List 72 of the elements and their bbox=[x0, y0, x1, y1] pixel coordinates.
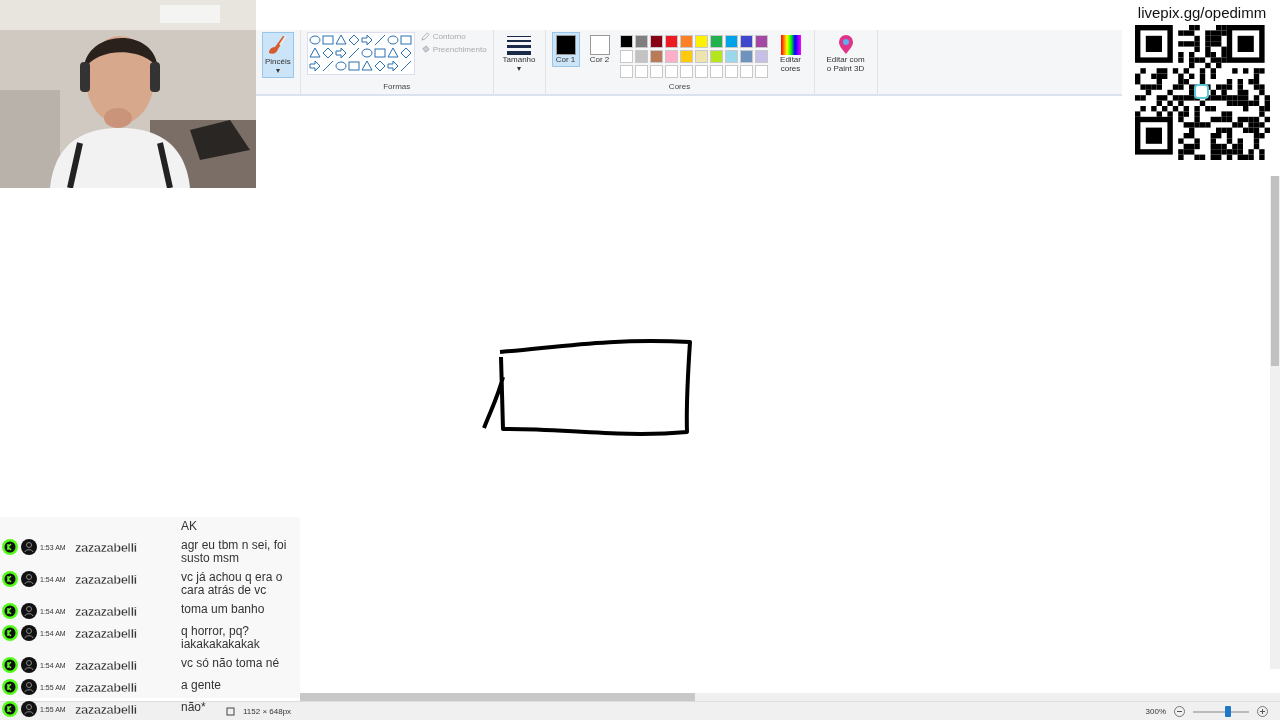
size-button[interactable]: Tamanho ▾ bbox=[499, 32, 539, 76]
badge-icon bbox=[2, 571, 18, 587]
paint-3d-icon bbox=[836, 35, 855, 55]
pencil-icon bbox=[420, 32, 430, 41]
chat-username: zazazabelli bbox=[75, 679, 137, 695]
brush-icon bbox=[266, 35, 289, 57]
palette-swatch[interactable] bbox=[664, 35, 678, 48]
avatar-icon bbox=[21, 603, 37, 619]
chat-username: zazazabelli bbox=[75, 539, 137, 555]
bucket-icon bbox=[420, 45, 430, 54]
group-label: Cores bbox=[667, 82, 692, 93]
chat-message: vc já achou q era o cara atrás de vc bbox=[181, 571, 284, 597]
palette-swatch[interactable] bbox=[739, 35, 753, 48]
palette-swatch[interactable] bbox=[709, 50, 723, 63]
chat-message: vc só não toma né bbox=[181, 657, 281, 670]
palette-swatch[interactable] bbox=[679, 35, 693, 48]
palette-swatch[interactable] bbox=[634, 35, 648, 48]
palette-swatch[interactable] bbox=[754, 35, 768, 48]
chat-username: zazazabelli bbox=[75, 701, 137, 717]
avatar-icon bbox=[21, 701, 37, 717]
palette-swatch[interactable] bbox=[634, 50, 648, 63]
avatar-icon bbox=[21, 657, 37, 673]
palette-swatch[interactable] bbox=[649, 35, 663, 48]
palette-swatch[interactable] bbox=[694, 35, 708, 48]
avatar-icon bbox=[21, 625, 37, 641]
palette-swatch[interactable] bbox=[739, 50, 753, 63]
zoom-slider-thumb[interactable] bbox=[1224, 705, 1231, 717]
avatar-icon bbox=[21, 571, 37, 587]
line-width-icon bbox=[507, 35, 532, 55]
chat-message: toma um banho bbox=[181, 603, 266, 616]
palette-swatch[interactable] bbox=[724, 50, 738, 63]
palette-swatch[interactable] bbox=[724, 35, 738, 48]
chat-message: q horror, pq? iakakakakakak bbox=[181, 625, 261, 651]
chat-message: agr eu tbm n sei, foi susto msm bbox=[181, 539, 288, 565]
badge-icon bbox=[2, 603, 18, 619]
palette-swatch[interactable] bbox=[694, 50, 708, 63]
avatar-icon bbox=[21, 679, 37, 695]
palette-swatch[interactable] bbox=[649, 50, 663, 63]
badge-icon bbox=[2, 701, 18, 717]
chat-message: AK bbox=[181, 520, 198, 533]
zoom-out-icon[interactable] bbox=[1174, 705, 1185, 717]
zoom-in-icon[interactable] bbox=[1257, 705, 1268, 717]
brushes-button[interactable]: Pincéis ▾ bbox=[262, 32, 294, 78]
chat-username: zazazabelli bbox=[75, 657, 137, 673]
chat-username: zazazabelli bbox=[75, 571, 137, 587]
paint-3d-button[interactable]: Editar com o Paint 3D bbox=[820, 32, 871, 76]
badge-icon bbox=[2, 625, 18, 641]
horizontal-scrollbar[interactable] bbox=[300, 693, 1280, 701]
canvas-size: 1152 × 648px bbox=[243, 706, 292, 716]
palette-swatch[interactable] bbox=[709, 35, 723, 48]
palette-swatch[interactable] bbox=[619, 50, 633, 63]
vertical-scrollbar[interactable] bbox=[1270, 176, 1280, 669]
palette-swatch[interactable] bbox=[619, 35, 633, 48]
zoom-percentage: 300% bbox=[1145, 706, 1166, 716]
canvas-size-icon bbox=[226, 706, 235, 716]
badge-icon bbox=[2, 657, 18, 673]
palette-swatch[interactable] bbox=[754, 50, 768, 63]
chat-username: zazazabelli bbox=[75, 603, 137, 619]
avatar-icon bbox=[21, 539, 37, 555]
chat-message: não* bbox=[181, 701, 207, 714]
group-label: Formas bbox=[382, 82, 412, 93]
color-spectrum-icon bbox=[780, 35, 801, 55]
chat-username: zazazabelli bbox=[75, 625, 137, 641]
palette-swatch[interactable] bbox=[664, 50, 678, 63]
color-slot[interactable]: Cor 2 bbox=[585, 32, 614, 67]
palette-swatch[interactable] bbox=[679, 50, 693, 63]
chat-message: a gente bbox=[181, 679, 223, 692]
badge-icon bbox=[2, 679, 18, 695]
shapes-gallery[interactable] bbox=[306, 32, 415, 75]
badge-icon bbox=[2, 539, 18, 555]
color-slot[interactable]: Cor 1 bbox=[551, 32, 580, 67]
edit-colors-button[interactable]: Editar cores bbox=[773, 32, 808, 76]
